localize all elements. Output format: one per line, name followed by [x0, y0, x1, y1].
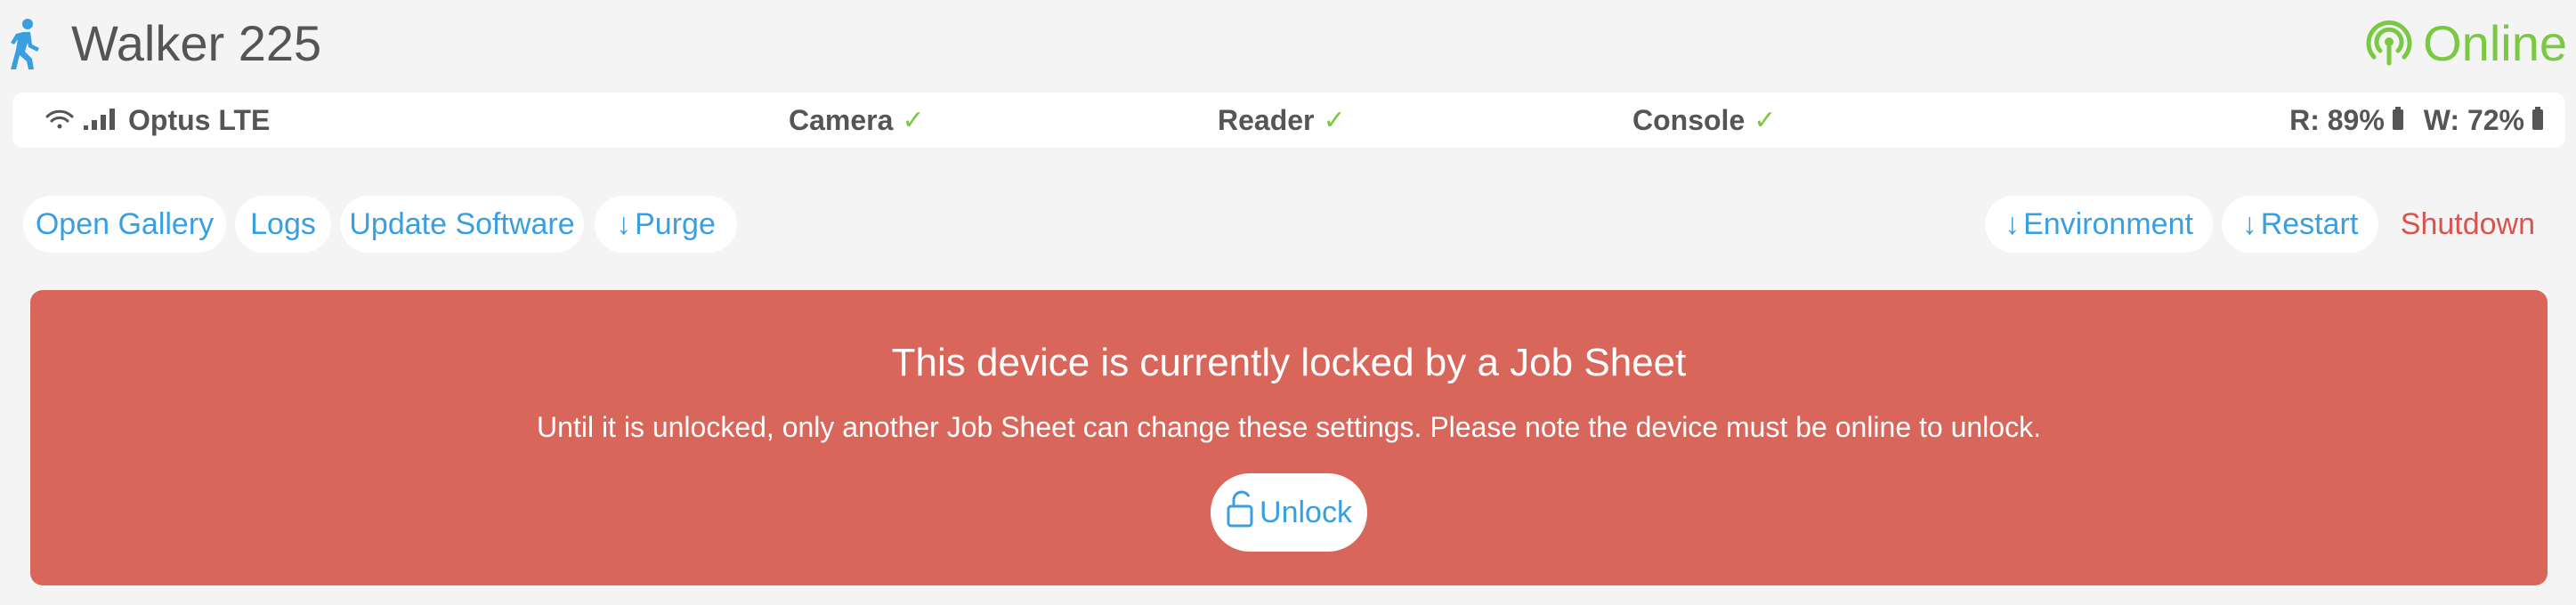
job-sheet-lock-panel: This device is currently locked by a Job…: [30, 290, 2548, 585]
battery-icon: [2531, 104, 2544, 137]
battery-r: R: 89%: [2289, 104, 2404, 137]
purge-button[interactable]: ↓ Purge: [595, 196, 737, 253]
logs-button[interactable]: Logs: [235, 196, 331, 253]
device-status-bar: Optus LTE Camera ✓ Reader ✓ Console ✓ R:…: [12, 93, 2565, 148]
check-icon: ✓: [902, 105, 925, 135]
console-status: Console ✓: [1632, 93, 1776, 148]
battery-levels: R: 89% W: 72%: [2289, 93, 2544, 148]
unlock-label: Unlock: [1260, 495, 1352, 529]
device-title: Walker 225: [71, 15, 322, 71]
check-icon: ✓: [1323, 105, 1346, 135]
restart-button[interactable]: ↓ Restart: [2222, 196, 2378, 253]
online-status: Online: [2366, 12, 2567, 75]
purge-label: Purge: [635, 206, 716, 241]
network-status: Optus LTE: [45, 93, 270, 148]
download-arrow-icon: ↓: [2241, 206, 2257, 241]
logs-label: Logs: [250, 206, 316, 241]
shutdown-button[interactable]: Shutdown: [2401, 196, 2535, 253]
console-label: Console: [1632, 103, 1746, 136]
reader-status: Reader ✓: [1218, 93, 1346, 148]
download-arrow-icon: ↓: [616, 206, 632, 241]
network-name: Optus LTE: [128, 103, 271, 136]
wifi-icon: [45, 104, 75, 137]
battery-icon: [2392, 104, 2404, 137]
signal-broadcast-icon: [2366, 20, 2412, 67]
battery-w-label: W: 72%: [2423, 103, 2524, 136]
cell-signal-icon: [84, 104, 119, 137]
update-software-button[interactable]: Update Software: [340, 196, 584, 253]
reader-label: Reader: [1218, 103, 1315, 136]
unlock-icon: [1226, 490, 1254, 536]
walker-icon: [9, 18, 41, 69]
environment-button[interactable]: ↓ Environment: [1985, 196, 2213, 253]
battery-r-label: R: 89%: [2289, 103, 2385, 136]
open-gallery-label: Open Gallery: [35, 206, 215, 241]
restart-label: Restart: [2260, 206, 2359, 241]
battery-w: W: 72%: [2424, 104, 2544, 137]
unlock-button[interactable]: Unlock: [1211, 473, 1367, 552]
check-icon: ✓: [1754, 105, 1777, 135]
camera-label: Camera: [789, 103, 894, 136]
open-gallery-button[interactable]: Open Gallery: [23, 196, 226, 253]
lock-message: Until it is unlocked, only another Job S…: [537, 411, 2041, 443]
shutdown-label: Shutdown: [2400, 206, 2535, 241]
download-arrow-icon: ↓: [2005, 206, 2021, 241]
online-label: Online: [2423, 15, 2567, 71]
lock-title: This device is currently locked by a Job…: [891, 341, 1687, 384]
update-software-label: Update Software: [349, 206, 575, 241]
camera-status: Camera ✓: [789, 93, 925, 148]
environment-label: Environment: [2023, 206, 2193, 241]
